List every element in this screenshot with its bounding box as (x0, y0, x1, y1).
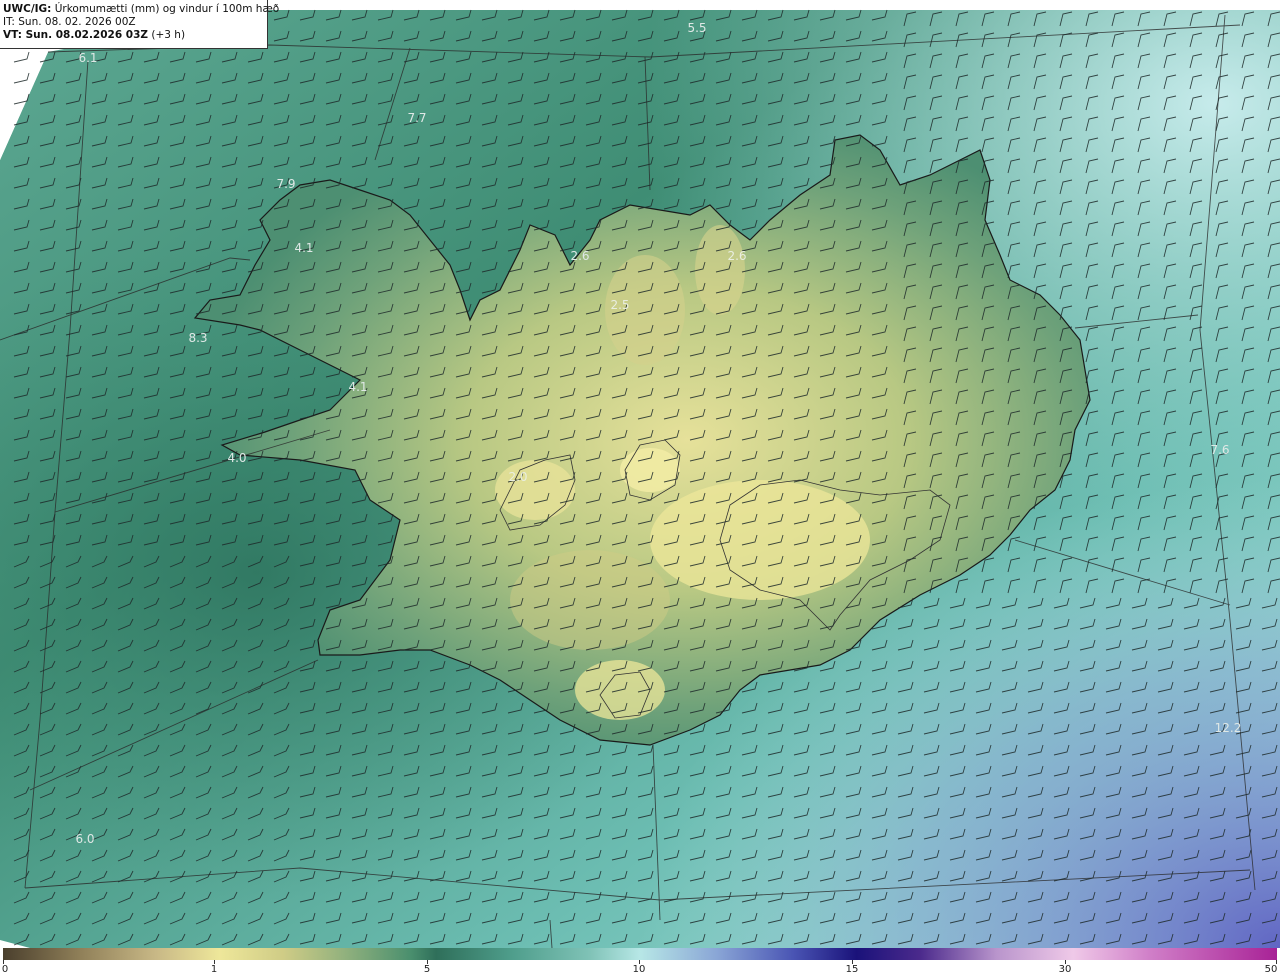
colorbar-strip (3, 948, 1277, 960)
title-line: UWC/IG: Úrkomumætti (mm) og vindur í 100… (3, 3, 279, 16)
value-label: 2.6 (570, 249, 590, 263)
colorbar-tick-label: 0 (1, 964, 9, 975)
precipitation-map (0, 0, 1280, 948)
value-label: 2.0 (508, 470, 528, 484)
value-label: 7.9 (276, 177, 296, 191)
model-name: UWC/IG: (3, 3, 52, 15)
colorbar-tick-label: 50 (1264, 964, 1278, 975)
value-label: 6.0 (75, 832, 95, 846)
colorbar-tick-label: 30 (1058, 964, 1072, 975)
colorbar-tick-label: 15 (845, 964, 859, 975)
map-info-box: UWC/IG: Úrkomumætti (mm) og vindur í 100… (0, 0, 279, 49)
value-label: 4.0 (227, 451, 247, 465)
value-label: 7.6 (1210, 443, 1230, 457)
colorbar-tick-label: 1 (210, 964, 218, 975)
value-label: 6.1 (78, 51, 98, 65)
value-label: 8.3 (188, 331, 208, 345)
colorbar-tick-label: 5 (423, 964, 431, 975)
value-label: 12.2 (1214, 721, 1242, 735)
initial-time: Sun. 08. 02. 2026 00Z (18, 16, 136, 28)
initial-time-line: IT: Sun. 08. 02. 2026 00Z (3, 16, 264, 29)
it-prefix: IT: (3, 16, 15, 28)
valid-time-line: VT: Sun. 08.02.2026 03Z (+3 h) (3, 29, 264, 42)
value-label: 2.6 (727, 249, 747, 263)
colorbar: 0 1 5 10 15 30 50 (0, 948, 1280, 978)
forecast-offset: (+3 h) (151, 29, 186, 41)
value-label: 7.7 (407, 111, 427, 125)
colorbar-tick-label: 10 (632, 964, 646, 975)
map-panel: UWC/IG: Úrkomumætti (mm) og vindur í 100… (0, 0, 1280, 948)
value-label: 2.5 (610, 298, 630, 312)
map-title: Úrkomumætti (mm) og vindur í 100m hæð (54, 3, 280, 15)
value-label: 4.1 (348, 380, 368, 394)
valid-time: VT: Sun. 08.02.2026 03Z (3, 29, 149, 41)
value-label: 4.1 (294, 241, 314, 255)
value-label: 5.5 (687, 21, 707, 35)
